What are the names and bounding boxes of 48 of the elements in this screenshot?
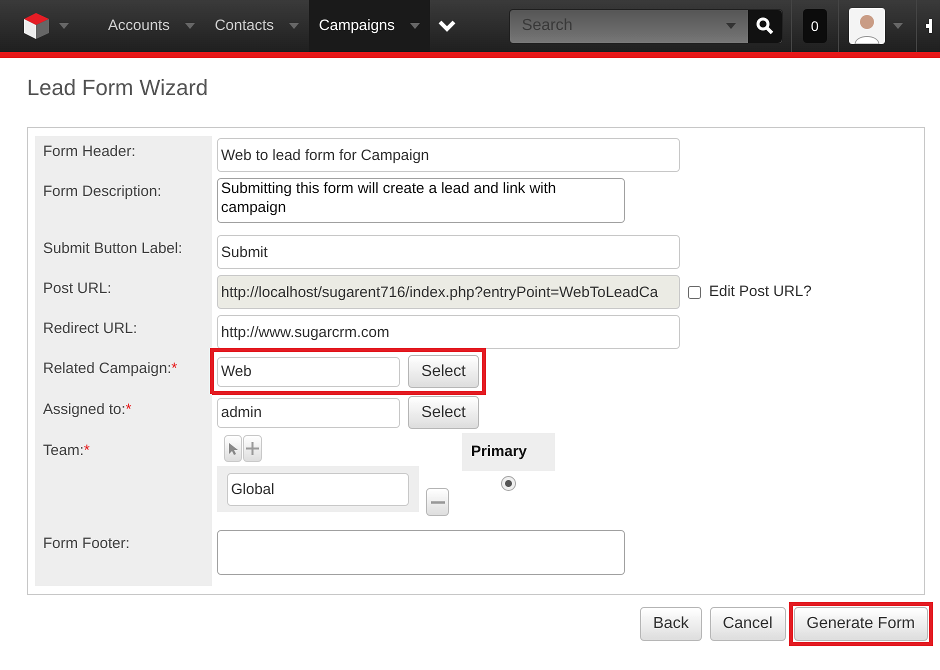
pointer-button[interactable]: [224, 435, 242, 462]
field-label: Related Campaign:*: [43, 360, 178, 377]
description-field[interactable]: Submitting this form will create a lead and link with campaign: [217, 178, 625, 223]
field-label: Post URL:: [43, 280, 112, 297]
footer-field[interactable]: [217, 530, 625, 575]
relate-field[interactable]: Web: [217, 356, 400, 386]
plus-icon: [246, 442, 259, 455]
remove-button[interactable]: [426, 488, 449, 516]
field-label: Form Header:: [43, 143, 136, 160]
footer-button[interactable]: Back: [640, 607, 702, 641]
column-header: Primary: [462, 433, 555, 471]
nav-tab[interactable]: Accounts: [98, 0, 205, 52]
chevron-down-icon[interactable]: [438, 20, 456, 32]
cube-logo-icon[interactable]: [23, 12, 50, 40]
relate-field[interactable]: admin: [217, 398, 400, 428]
field-label: Form Description:: [43, 183, 162, 200]
notification-count[interactable]: 0: [802, 9, 827, 43]
footer-button[interactable]: Generate Form: [794, 607, 928, 641]
text-field[interactable]: Submit: [217, 235, 680, 269]
primary-radio[interactable]: [501, 476, 516, 491]
search-button[interactable]: [748, 10, 782, 42]
footer-button[interactable]: Cancel: [710, 607, 786, 641]
field-label: Form Footer:: [43, 535, 130, 552]
avatar-icon[interactable]: [848, 8, 885, 44]
select-button[interactable]: Select: [408, 355, 479, 388]
minus-icon: [430, 500, 444, 504]
nav-tab[interactable]: Campaigns: [308, 0, 430, 52]
text-field[interactable]: Web to lead form for Campaign: [217, 138, 680, 172]
caret-icon: [726, 23, 736, 29]
team-field[interactable]: Global: [227, 472, 409, 506]
select-button[interactable]: Select: [408, 396, 479, 429]
caret-icon: [288, 23, 299, 29]
caret-icon: [59, 23, 69, 29]
field-label: Team:*: [43, 442, 90, 459]
caret-icon: [410, 23, 420, 29]
nav-tab[interactable]: Contacts: [204, 0, 309, 52]
field-label: Assigned to:*: [43, 401, 132, 418]
checkbox-label: Edit Post URL?: [709, 282, 812, 302]
plus-icon[interactable]: [926, 19, 932, 33]
page-title: Lead Form Wizard: [26, 74, 209, 102]
pointer-icon: [228, 442, 238, 456]
search-icon: [756, 17, 774, 35]
field-label: Submit Button Label:: [43, 240, 182, 257]
caret-icon: [184, 23, 195, 29]
text-field[interactable]: http://www.sugarcrm.com: [217, 315, 680, 349]
caret-icon: [892, 23, 903, 29]
field-label: Redirect URL:: [43, 320, 138, 337]
add-button[interactable]: [243, 435, 262, 462]
